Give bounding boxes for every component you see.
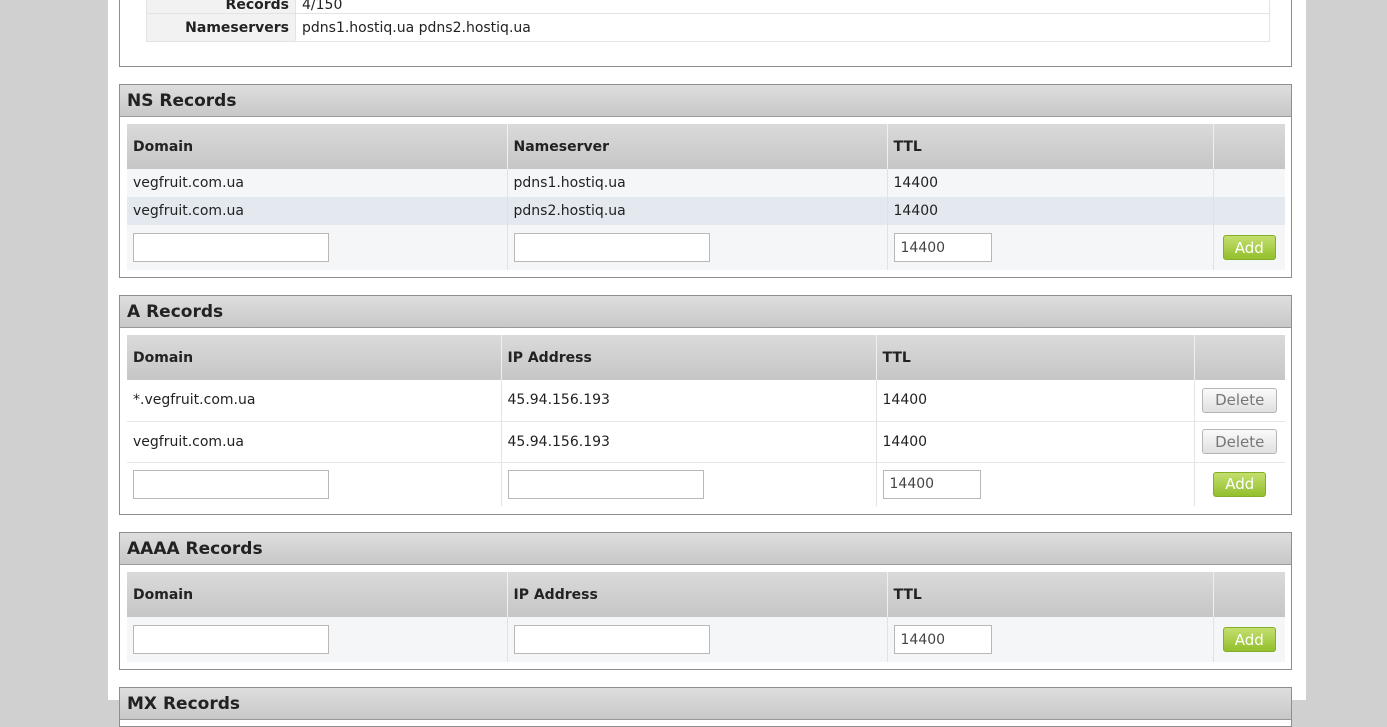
ns-ttl-cell: 14400 xyxy=(887,169,1214,197)
col-nameserver: Nameserver xyxy=(507,124,888,169)
aaaa-add-button[interactable]: Add xyxy=(1222,627,1276,652)
ns-records-panel: NS Records Domain Nameserver TTL vegfrui… xyxy=(119,84,1292,278)
page-content: Records 4/150 Nameservers pdns1.hostiq.u… xyxy=(108,0,1306,727)
aaaa-records-panel: AAAA Records Domain IP Address TTL Add xyxy=(119,532,1292,670)
mx-records-title: MX Records xyxy=(120,688,1291,720)
a-ttl-cell: 14400 xyxy=(876,421,1195,462)
col-ttl: TTL xyxy=(887,572,1214,617)
ns-action-cell xyxy=(1213,197,1285,225)
aaaa-ttl-input[interactable] xyxy=(893,625,992,654)
col-actions xyxy=(1213,572,1285,617)
ns-add-button[interactable]: Add xyxy=(1222,235,1276,260)
a-delete-button[interactable]: Delete xyxy=(1202,387,1278,413)
ns-nameserver-input[interactable] xyxy=(513,233,710,262)
ns-ttl-input[interactable] xyxy=(893,233,992,262)
a-ip-input[interactable] xyxy=(507,469,704,499)
table-header-row: Domain IP Address TTL xyxy=(127,335,1285,380)
nameservers-value: pdns1.hostiq.ua pdns2.hostiq.ua xyxy=(302,19,531,36)
ns-action-cell xyxy=(1213,169,1285,197)
table-header-row: Domain Nameserver TTL xyxy=(127,124,1285,169)
table-row: vegfruit.com.ua 45.94.156.193 14400 Dele… xyxy=(127,421,1285,462)
col-domain: Domain xyxy=(127,124,508,169)
ns-new-record-row: Add xyxy=(127,225,1285,270)
a-ip-cell: 45.94.156.193 xyxy=(501,380,877,421)
a-ttl-cell: 14400 xyxy=(876,380,1195,421)
table-row: *.vegfruit.com.ua 45.94.156.193 14400 De… xyxy=(127,380,1285,421)
ns-nameserver-cell: pdns1.hostiq.ua xyxy=(507,169,888,197)
mx-records-panel: MX Records xyxy=(119,687,1292,727)
records-count: 4/150 xyxy=(295,0,1270,14)
ns-nameserver-cell: pdns2.hostiq.ua xyxy=(507,197,888,225)
a-records-table: Domain IP Address TTL *.vegfruit.com.ua … xyxy=(127,335,1285,506)
a-records-panel: A Records Domain IP Address TTL *.vegfru… xyxy=(119,295,1292,515)
col-ttl: TTL xyxy=(876,335,1195,380)
ns-records-table: Domain Nameserver TTL vegfruit.com.ua pd… xyxy=(127,124,1285,270)
ns-records-title: NS Records xyxy=(120,85,1291,117)
domain-info-table: Records 4/150 Nameservers pdns1.hostiq.u… xyxy=(146,0,1270,42)
col-actions xyxy=(1194,335,1285,380)
domain-info-box: Records 4/150 Nameservers pdns1.hostiq.u… xyxy=(119,0,1292,67)
a-delete-button[interactable]: Delete xyxy=(1202,429,1278,454)
a-domain-cell: *.vegfruit.com.ua xyxy=(127,380,502,421)
nameservers-label: Nameservers xyxy=(146,13,296,42)
ns-domain-cell: vegfruit.com.ua xyxy=(127,169,508,197)
col-ip-address: IP Address xyxy=(507,572,888,617)
col-domain: Domain xyxy=(127,335,502,380)
col-domain: Domain xyxy=(127,572,508,617)
aaaa-ip-input[interactable] xyxy=(513,625,710,654)
a-domain-input[interactable] xyxy=(133,469,329,499)
a-new-record-row: Add xyxy=(127,462,1285,506)
a-add-button[interactable]: Add xyxy=(1213,471,1267,497)
table-row: vegfruit.com.ua pdns2.hostiq.ua 14400 xyxy=(127,197,1285,225)
ns-domain-cell: vegfruit.com.ua xyxy=(127,197,508,225)
records-label: Records xyxy=(146,0,296,14)
col-ip-address: IP Address xyxy=(501,335,877,380)
table-row: vegfruit.com.ua pdns1.hostiq.ua 14400 xyxy=(127,169,1285,197)
a-ip-cell: 45.94.156.193 xyxy=(501,421,877,462)
col-ttl: TTL xyxy=(887,124,1214,169)
aaaa-records-table: Domain IP Address TTL Add xyxy=(127,572,1285,662)
a-ttl-input[interactable] xyxy=(882,469,981,499)
a-domain-cell: vegfruit.com.ua xyxy=(127,421,502,462)
aaaa-new-record-row: Add xyxy=(127,617,1285,662)
a-records-title: A Records xyxy=(120,296,1291,328)
aaaa-domain-input[interactable] xyxy=(133,625,329,654)
col-actions xyxy=(1213,124,1285,169)
ns-domain-input[interactable] xyxy=(133,233,329,262)
table-header-row: Domain IP Address TTL xyxy=(127,572,1285,617)
aaaa-records-title: AAAA Records xyxy=(120,533,1291,565)
ns-ttl-cell: 14400 xyxy=(887,197,1214,225)
